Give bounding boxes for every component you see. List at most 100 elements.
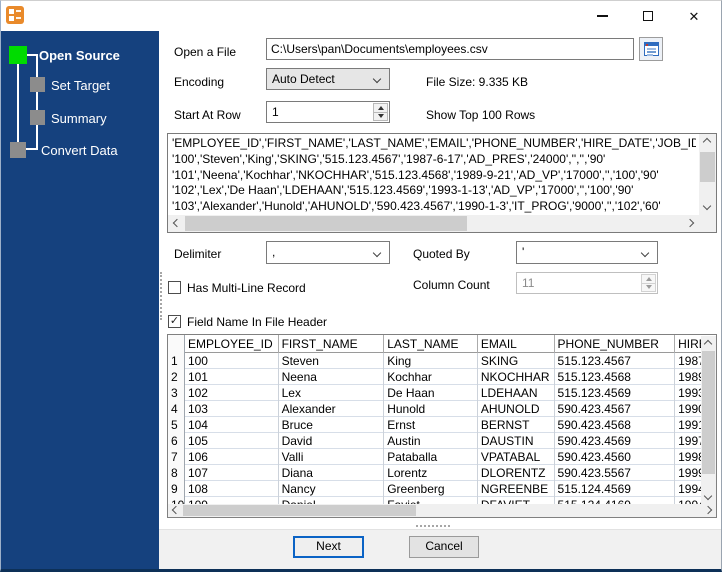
maximize-icon <box>643 11 653 21</box>
table-row[interactable]: 3102LexDe HaanLDEHAAN515.123.45691993 <box>168 385 701 401</box>
chevron-down-icon <box>372 248 382 258</box>
scroll-right-icon <box>685 218 695 228</box>
scrollbar-thumb[interactable] <box>702 351 715 474</box>
minimize-button[interactable] <box>579 1 625 31</box>
table-row[interactable]: 2101NeenaKochharNKOCHHAR515.123.45681989 <box>168 369 701 385</box>
table-vertical-scrollbar[interactable] <box>701 336 716 504</box>
table-cell: Lorentz <box>384 465 478 481</box>
next-button[interactable]: Next <box>293 536 364 558</box>
arrow-up-icon <box>645 276 652 281</box>
table-cell: David <box>279 433 385 449</box>
table-cell: 1987 <box>678 354 701 368</box>
horizontal-splitter-grip[interactable] <box>416 525 450 528</box>
table-cell: 101 <box>185 369 279 385</box>
csv-preview-box[interactable]: 'EMPLOYEE_ID','FIRST_NAME','LAST_NAME','… <box>167 133 717 233</box>
table-cell: 1989 <box>678 370 701 384</box>
table-cell: 590.423.4568 <box>555 417 676 433</box>
encoding-select[interactable]: Auto Detect <box>266 68 390 90</box>
table-cell: VPATABAL <box>478 449 555 465</box>
table-cell: 1994 <box>678 482 701 496</box>
tree-line <box>26 148 38 150</box>
column-header[interactable]: EMPLOYEE_ID <box>185 335 279 353</box>
table-row[interactable]: 6105DavidAustinDAUSTIN590.423.45691997 <box>168 433 701 449</box>
step-indicator-open-source <box>9 46 27 64</box>
row-number-cell: 7 <box>168 449 185 465</box>
table-row[interactable]: 5104BruceErnstBERNST590.423.45681991 <box>168 417 701 433</box>
table-cell: DLORENTZ <box>478 465 555 481</box>
app-icon <box>6 6 24 24</box>
row-number-cell: 2 <box>168 369 185 385</box>
csv-preview-lines: 'EMPLOYEE_ID','FIRST_NAME','LAST_NAME','… <box>172 136 696 214</box>
table-cell: 108 <box>185 481 279 497</box>
table-row[interactable]: 1100StevenKingSKING515.123.45671987 <box>168 353 701 369</box>
step-up-button[interactable] <box>373 103 388 113</box>
table-cell: Steven <box>279 353 385 369</box>
scrollbar-thumb[interactable] <box>700 152 715 182</box>
table-cell: Greenberg <box>384 481 478 497</box>
maximize-button[interactable] <box>625 1 671 31</box>
preview-vertical-scrollbar[interactable] <box>699 134 716 215</box>
row-number-cell: 9 <box>168 481 185 497</box>
table-cell: Daniel <box>279 497 385 504</box>
table-row[interactable]: 9 108 Nancy Greenberg NGREENBE 515.124.4569 19… <box>168 481 701 497</box>
table-row[interactable]: 10109DanielFavietDFAVIET515.124.41691994 <box>168 497 701 504</box>
start-at-row-value: 1 <box>272 105 279 119</box>
table-cell: 515.124.4569 <box>555 481 676 497</box>
table-cell: 590.423.4569 <box>555 433 676 449</box>
checkbox-box <box>168 281 181 294</box>
multiline-record-checkbox[interactable]: Has Multi-Line Record <box>168 280 348 296</box>
table-cell: Valli <box>279 449 385 465</box>
quoted-by-select[interactable]: ' <box>516 241 658 264</box>
column-count-value: 11 <box>522 276 535 290</box>
checkbox-check-icon: ✓ <box>168 315 181 328</box>
table-cell: AHUNOLD <box>478 401 555 417</box>
column-header[interactable]: FIRST_NAME <box>279 335 385 353</box>
quoted-by-label: Quoted By <box>413 247 470 261</box>
column-header[interactable]: LAST_NAME <box>384 335 478 353</box>
row-number-cell: 1 <box>168 353 185 369</box>
table-row[interactable]: 8107DianaLorentzDLORENTZ590.423.55671999 <box>168 465 701 481</box>
table-cell: King <box>384 353 478 369</box>
file-path-input[interactable] <box>266 38 634 60</box>
table-horizontal-scrollbar[interactable] <box>168 504 716 517</box>
scrollbar-corner <box>699 215 716 232</box>
table-cell: Bruce <box>279 417 385 433</box>
browse-file-button[interactable] <box>639 37 663 61</box>
close-button[interactable]: ✕ <box>671 1 717 31</box>
table-cell: 1997 <box>678 434 701 448</box>
table-cell: NGREENBE <box>478 481 555 497</box>
column-header[interactable]: PHONE_NUMBER <box>555 335 676 353</box>
column-count-stepper: 11 <box>516 272 658 294</box>
preview-line: 'EMPLOYEE_ID','FIRST_NAME','LAST_NAME','… <box>172 136 696 150</box>
sidebar-item-open-source: Open Source <box>39 48 120 63</box>
table-cell: 515.123.4569 <box>555 385 676 401</box>
table-cell: Diana <box>279 465 385 481</box>
scrollbar-thumb[interactable] <box>183 505 416 516</box>
scroll-down-icon <box>702 201 712 211</box>
table-row[interactable]: 4 103 Alexander Hunold AHUNOLD 590.423.4567 19… <box>168 401 701 417</box>
column-header[interactable]: HIRE_DATE <box>675 335 701 353</box>
scrollbar-thumb[interactable] <box>185 216 467 231</box>
cancel-button[interactable]: Cancel <box>409 536 479 558</box>
preview-horizontal-scrollbar[interactable] <box>168 215 699 232</box>
table-cell: 107 <box>185 465 279 481</box>
step-down-button[interactable] <box>373 112 388 121</box>
open-file-icon <box>643 42 659 56</box>
table-cell: NKOCHHAR <box>478 369 555 385</box>
close-icon: ✕ <box>688 8 700 24</box>
table-body: 1100StevenKingSKING515.123.456719872101N… <box>168 353 701 504</box>
vertical-splitter-grip[interactable] <box>160 272 163 320</box>
start-at-row-label: Start At Row <box>174 108 241 122</box>
row-number-cell: 4 <box>168 401 185 417</box>
table-cell: Hunold <box>384 401 478 417</box>
field-name-header-checkbox[interactable]: ✓ Field Name In File Header <box>168 314 368 330</box>
column-header[interactable]: EMAIL <box>478 335 555 353</box>
start-at-row-stepper[interactable]: 1 <box>266 101 390 123</box>
sidebar-item-set-target: Set Target <box>51 78 111 93</box>
corner-header-cell[interactable] <box>168 335 185 353</box>
tree-line <box>36 54 38 150</box>
table-row[interactable]: 7 106 Valli Pataballa VPATABAL 590.423.4560 19… <box>168 449 701 465</box>
table-cell: 1990 <box>678 402 701 416</box>
delimiter-select[interactable]: , <box>266 241 390 264</box>
preview-line: '102','Lex','De Haan','LDEHAAN','515.123… <box>172 183 634 198</box>
